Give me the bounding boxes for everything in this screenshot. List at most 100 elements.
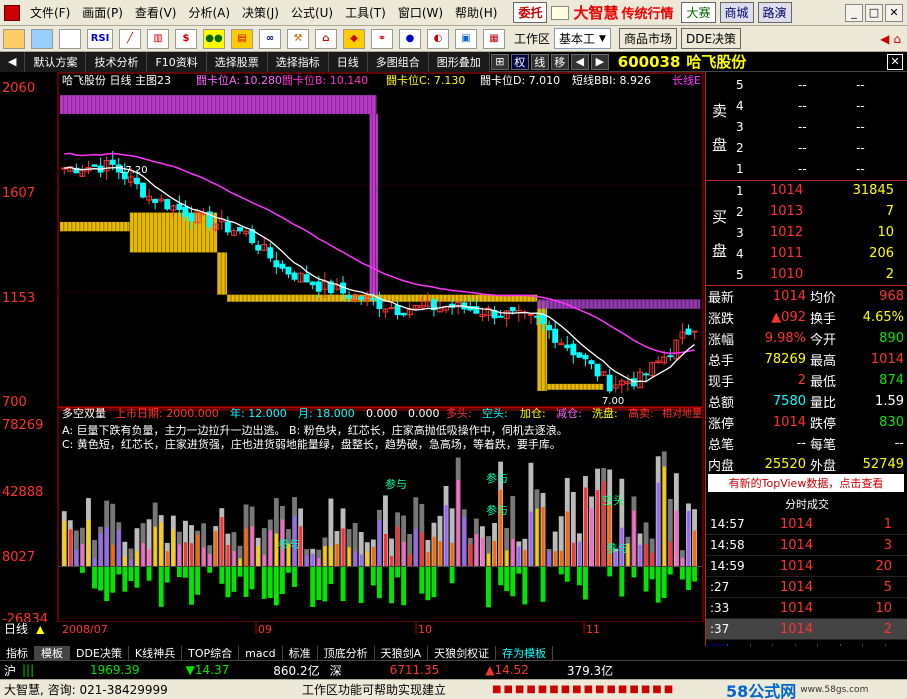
menu-file[interactable]: 文件(F) (24, 4, 76, 21)
menu-view-screen[interactable]: 画面(P) (76, 4, 129, 21)
template-tab[interactable]: TOP综合 (182, 646, 240, 660)
candle-body (400, 312, 407, 316)
template-tab[interactable]: 天狼剑权证 (428, 646, 497, 660)
sell-row[interactable]: 1 -- -- (706, 158, 907, 179)
mini-yi[interactable]: 移 (550, 53, 569, 70)
stack-icon[interactable]: ▤ (231, 28, 253, 49)
menu-analysis[interactable]: 分析(A) (182, 4, 236, 21)
next-icon[interactable]: ▶ (590, 53, 609, 70)
quick-tech-analysis[interactable]: 技术分析 (86, 51, 148, 72)
sell-row[interactable]: 4 -- -- (706, 95, 907, 116)
dollar-icon[interactable]: $ (175, 28, 197, 49)
binoculars-icon[interactable]: ∞ (259, 28, 281, 49)
stat-row: 总额 7580 量比 1.59 (706, 391, 907, 412)
mini-xian[interactable]: 线 (530, 53, 549, 70)
buy-level: 2 (736, 204, 744, 219)
volume-colored (159, 521, 163, 567)
line-icon[interactable]: ╱ (119, 28, 141, 49)
market-button[interactable]: 商品市场 (618, 28, 677, 49)
template-tab[interactable]: 存为模板 (496, 646, 554, 660)
template-tab[interactable]: DDE决策 (70, 646, 129, 660)
dasai-button[interactable]: 大赛 (681, 2, 716, 23)
home-icon[interactable]: ⌂ (893, 32, 901, 46)
shangcheng-button[interactable]: 商城 (719, 2, 754, 23)
scroll-left-icon[interactable]: ◀ (0, 51, 26, 72)
template-tab[interactable]: 指标 (0, 646, 35, 660)
candle-body (309, 281, 316, 286)
buy-row[interactable]: 1 1014 31845 (706, 180, 907, 201)
weituo-button[interactable]: 委托 (513, 2, 548, 23)
sell-row[interactable]: 2 -- -- (706, 137, 907, 158)
minimize-button[interactable]: _ (845, 3, 863, 22)
template-tab[interactable]: macd (239, 646, 283, 660)
back-icon[interactable]: ◀ (880, 32, 889, 46)
buy-row[interactable]: 4 1011 206 (706, 243, 907, 264)
menu-view[interactable]: 查看(V) (129, 4, 183, 21)
workspace-select[interactable]: 基本工 ▼ (554, 28, 611, 49)
mail-icon[interactable] (551, 5, 570, 20)
stat-value: 7580 (772, 394, 806, 409)
chart-icon[interactable] (31, 28, 53, 49)
quick-overlay[interactable]: 图形叠加 (428, 51, 490, 72)
close-button[interactable]: ✕ (885, 3, 903, 22)
buy-row[interactable]: 2 1013 7 (706, 201, 907, 222)
quick-default-scheme[interactable]: 默认方案 (25, 51, 87, 72)
quick-f10[interactable]: F10资料 (147, 51, 207, 72)
maximize-button[interactable]: □ (865, 3, 883, 22)
candle-body (594, 363, 601, 377)
menu-tools[interactable]: 工具(T) (339, 4, 392, 21)
quick-daily[interactable]: 日线 (328, 51, 368, 72)
volume-negative (328, 566, 334, 584)
crosshair-icon[interactable]: ⊞ (490, 53, 509, 70)
candle-body (164, 199, 171, 210)
grid-icon[interactable] (59, 28, 81, 49)
sell-row[interactable]: 5 -- -- (706, 74, 907, 95)
dde-decision-button[interactable]: DDE决策 (680, 28, 742, 49)
stat-value: 1014 (870, 352, 904, 367)
template-tab[interactable]: K线神兵 (129, 646, 183, 660)
rsi-icon[interactable]: RSI (87, 28, 113, 49)
page-icon[interactable]: ▦ (483, 28, 505, 49)
mini-quan[interactable]: 权 (510, 53, 529, 70)
brand-name: 大智慧 (573, 4, 619, 22)
template-tab[interactable]: 标准 (283, 646, 318, 660)
volume-negative (110, 566, 116, 593)
menu-window[interactable]: 窗口(W) (392, 4, 449, 21)
diamond-icon[interactable]: ◆ (343, 28, 365, 49)
stat-value: 968 (879, 289, 904, 304)
folder-icon[interactable] (3, 28, 25, 49)
template-tab[interactable]: 模板 (35, 646, 70, 660)
sell-row[interactable]: 3 -- -- (706, 116, 907, 137)
quick-multi-chart[interactable]: 多图组合 (367, 51, 429, 72)
prev-icon[interactable]: ◀ (570, 53, 589, 70)
candle-body (255, 244, 262, 251)
menu-help[interactable]: 帮助(H) (449, 4, 503, 21)
tools-icon[interactable]: ⚒ (287, 28, 309, 49)
stat-label: 换手 (810, 312, 837, 327)
link-icon[interactable]: ⚭ (371, 28, 393, 49)
ball-icon[interactable]: ● (399, 28, 421, 49)
luyan-button[interactable]: 路演 (757, 2, 792, 23)
topview-notice[interactable]: 有新的TopView数据，点击查看 (708, 474, 904, 492)
quick-select-stock[interactable]: 选择股票 (206, 51, 268, 72)
sphere-icon[interactable]: ◐ (427, 28, 449, 49)
menu-formula[interactable]: 公式(U) (285, 4, 339, 21)
candle-body (667, 355, 674, 358)
candle-body (570, 343, 577, 356)
volume-negative (649, 566, 655, 580)
kline-chart[interactable]: 哈飞股份 日线 主图23 闘卡位A: 10.280 闘卡位B: 10.140 闘… (0, 72, 705, 634)
volume-negative (667, 566, 673, 575)
buy-row[interactable]: 3 1012 10 (706, 222, 907, 243)
bars-icon[interactable]: ▥ (147, 28, 169, 49)
volume-colored (250, 526, 254, 567)
template-tab[interactable]: 顶底分析 (318, 646, 375, 660)
volume-colored (414, 528, 418, 567)
window-icon[interactable]: ▣ (455, 28, 477, 49)
template-tab[interactable]: 天狼剑A (375, 646, 429, 660)
house-icon[interactable]: ⌂ (315, 28, 337, 49)
lights-icon[interactable]: ●● (203, 28, 225, 49)
quick-select-indicator[interactable]: 选择指标 (267, 51, 329, 72)
menu-decision[interactable]: 决策(J) (236, 4, 285, 21)
close-panel-icon[interactable]: ✕ (887, 53, 903, 70)
buy-row[interactable]: 5 1010 2 (706, 264, 907, 285)
